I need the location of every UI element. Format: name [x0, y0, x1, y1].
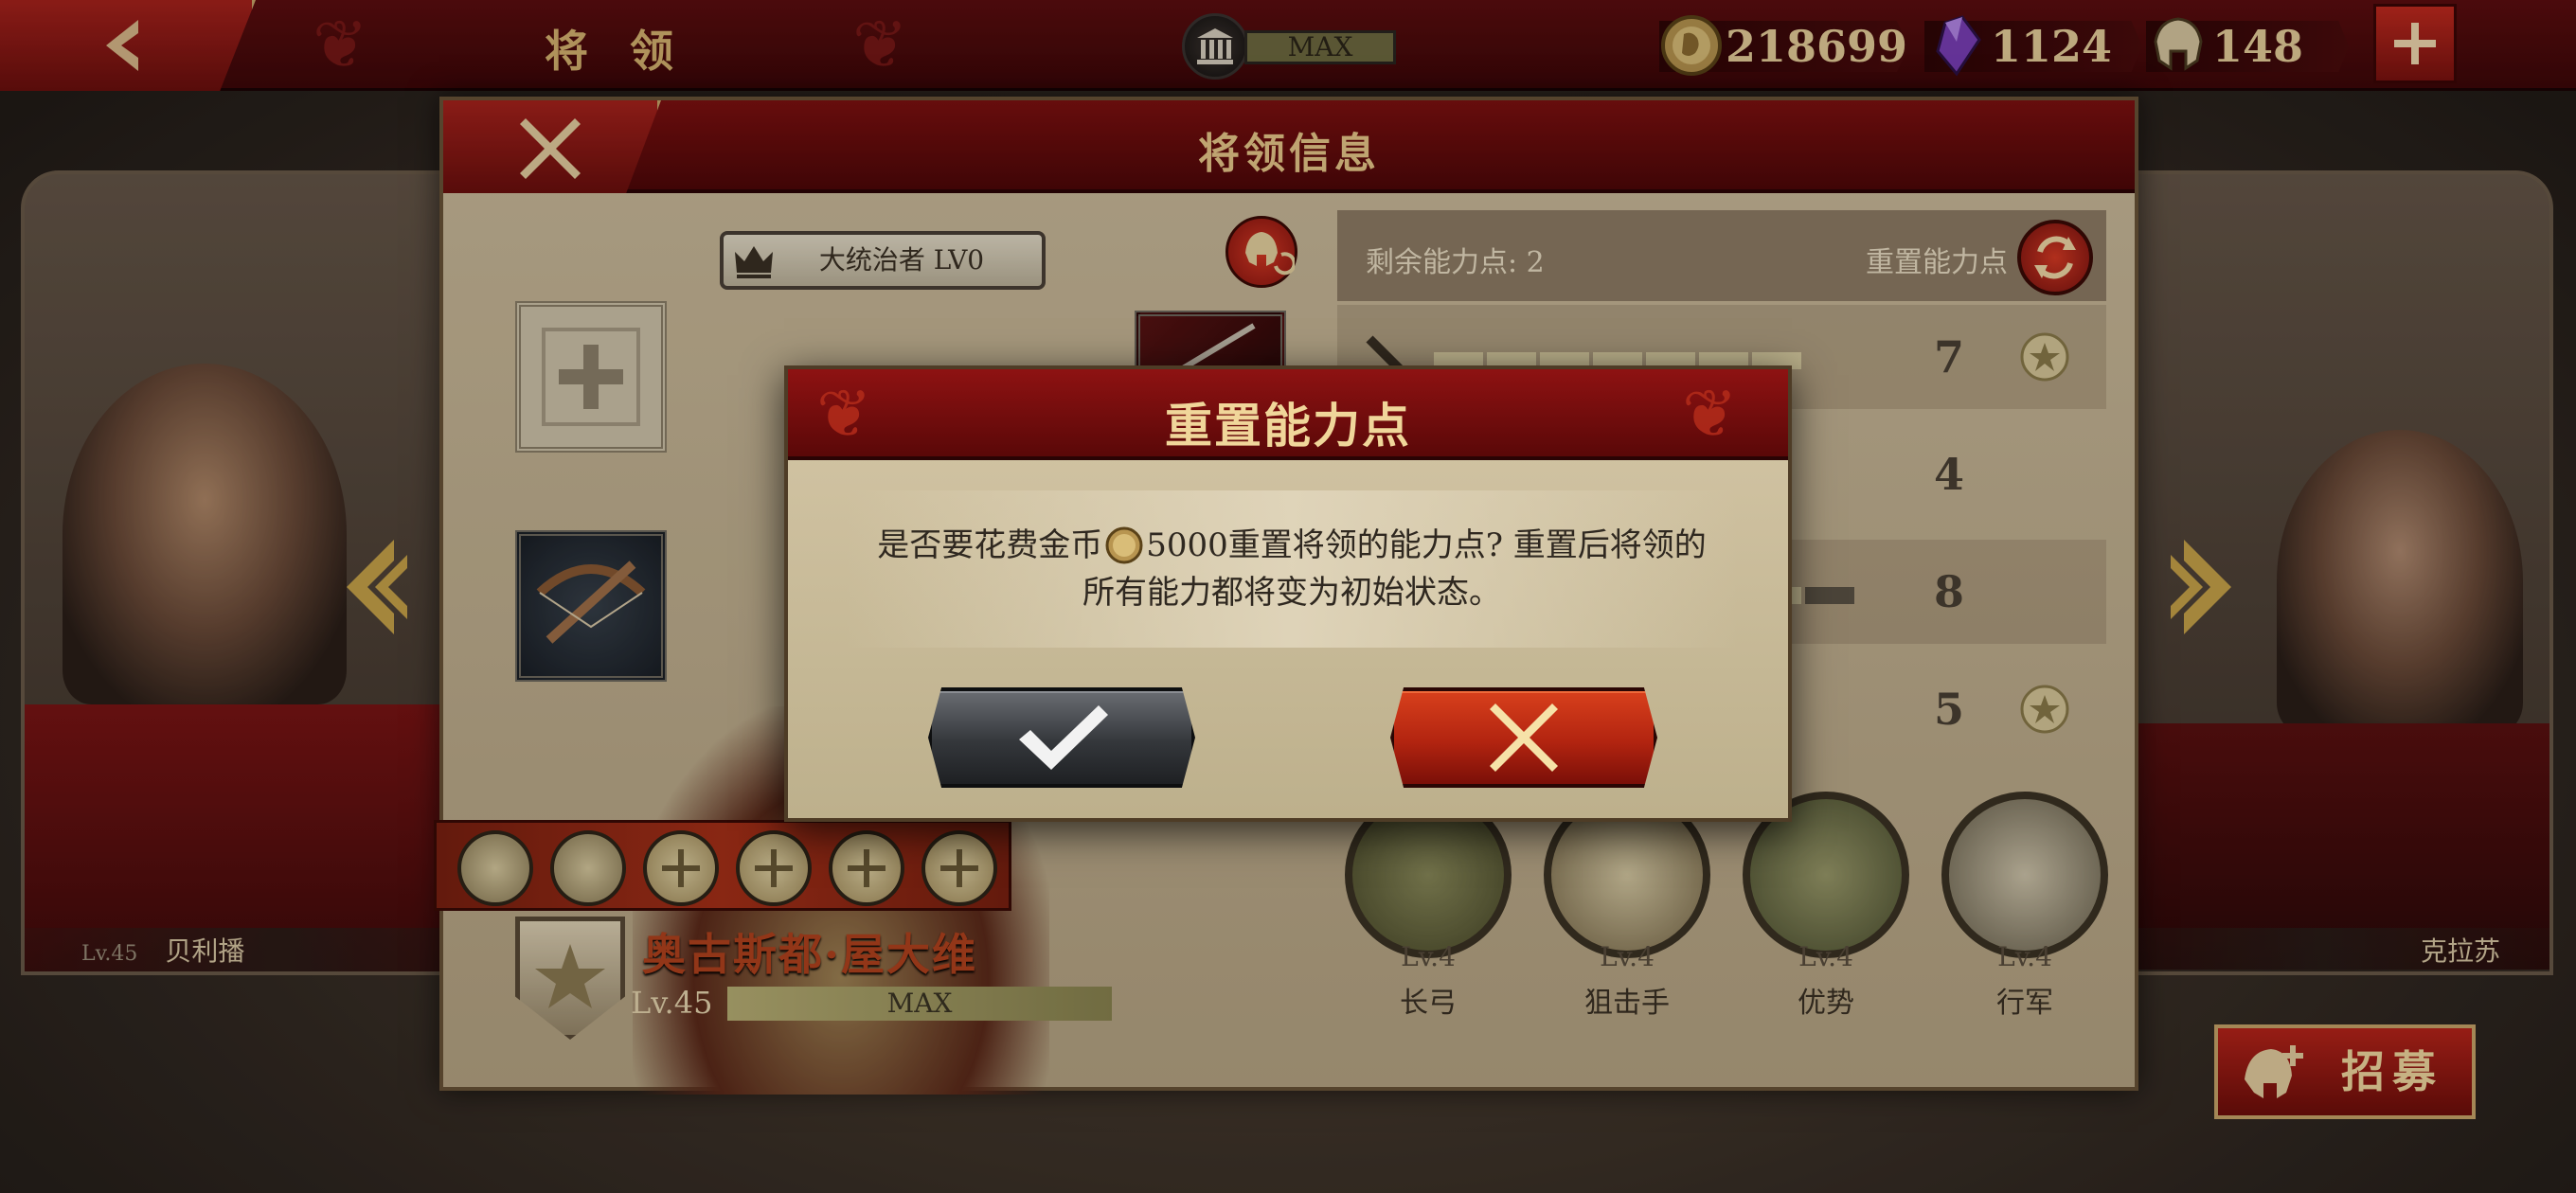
gold-coin-icon — [1105, 526, 1143, 564]
check-icon — [1019, 705, 1108, 770]
dialog-header: ❦ 重置能力点 ❦ — [788, 369, 1788, 460]
confirm-button[interactable] — [928, 687, 1195, 788]
dialog-message-line-1: 是否要花费金币 5000重置将领的能力点? 重置后将领的 — [877, 526, 1707, 564]
game-screen: ❦ 将 领 ❦ MAX 218699 1124 148 Lv.45 贝利播 克拉… — [0, 0, 2576, 1193]
dialog-message-line-2: 所有能力都将变为初始状态。 — [1082, 574, 1501, 612]
close-icon — [1490, 703, 1558, 772]
reset-points-dialog: ❦ 重置能力点 ❦ 是否要花费金币 5000重置将领的能力点? 重置后将领的 所… — [784, 365, 1792, 822]
laurel-ornament-icon: ❦ — [1682, 375, 1738, 453]
dialog-title: 重置能力点 — [1165, 398, 1411, 454]
dialog-message: 是否要花费金币 5000重置将领的能力点? 重置后将领的 所有能力都将变为初始状… — [845, 490, 1739, 648]
cancel-button[interactable] — [1390, 687, 1657, 788]
